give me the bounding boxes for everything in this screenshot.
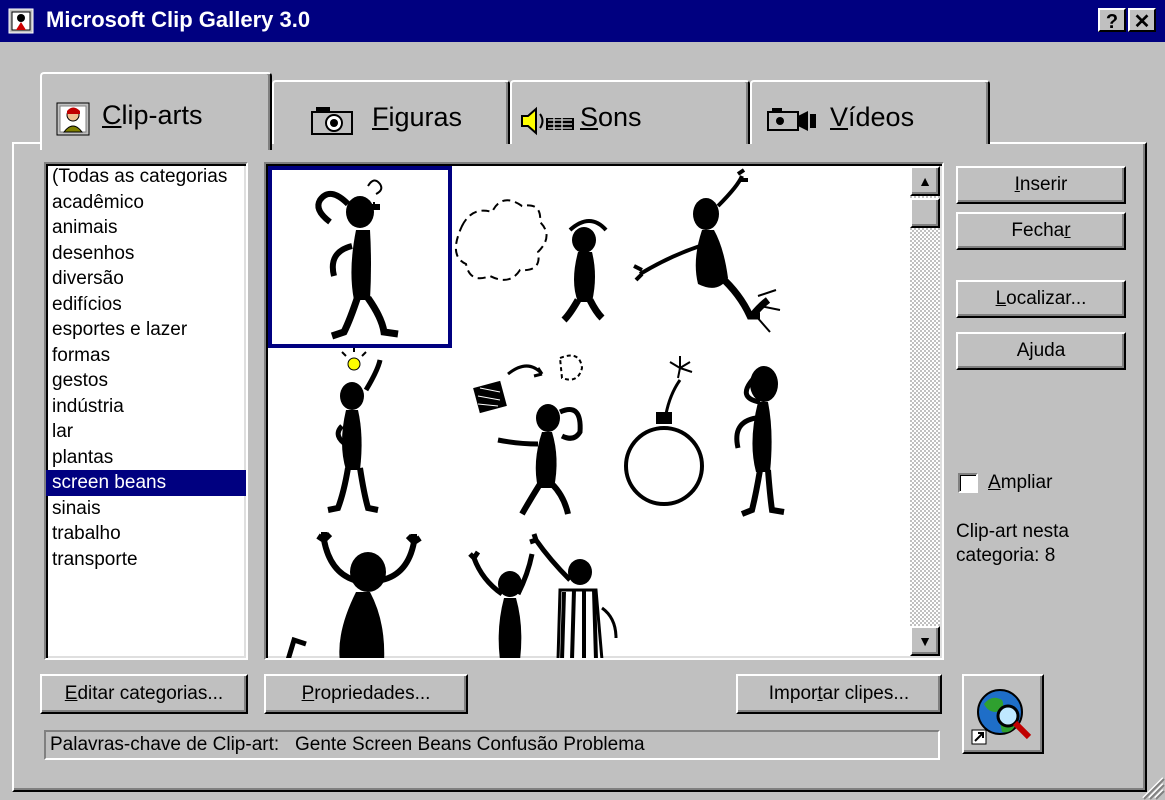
import-clips-button[interactable]: Importar clipes... bbox=[736, 674, 942, 714]
clip-thumbnail[interactable] bbox=[622, 166, 802, 348]
magnify-label[interactable]: Ampliar bbox=[988, 470, 1052, 496]
keywords-status: Palavras-chave de Clip-art: Gente Screen… bbox=[44, 730, 940, 760]
category-count-text: Clip-art nesta categoria: 8 bbox=[956, 521, 1069, 566]
clip-gallery-app-icon[interactable] bbox=[8, 8, 34, 34]
thinking-figure-image bbox=[734, 366, 785, 517]
clip-art-icon bbox=[56, 102, 90, 136]
tab-figuras[interactable]: Figuras bbox=[272, 80, 510, 144]
paper-toss-figure-image bbox=[473, 354, 584, 516]
category-item[interactable]: desenhos bbox=[46, 241, 246, 267]
help-dialog-button[interactable]: Ajuda bbox=[956, 332, 1126, 370]
category-item[interactable]: diversão bbox=[46, 266, 246, 292]
category-item[interactable]: gestos bbox=[46, 368, 246, 394]
help-button[interactable]: ? bbox=[1098, 8, 1126, 33]
tab-videos[interactable]: Vídeos bbox=[750, 80, 990, 144]
window-title: Microsoft Clip Gallery 3.0 bbox=[46, 7, 311, 32]
vertical-scrollbar[interactable]: ▲ ▼ bbox=[910, 166, 940, 656]
category-item[interactable]: trabalho bbox=[46, 521, 246, 547]
clip-thumbnail[interactable] bbox=[268, 166, 452, 348]
cloud-scribble-image bbox=[455, 199, 608, 323]
category-item[interactable]: animais bbox=[46, 215, 246, 241]
category-item[interactable]: transporte bbox=[46, 547, 246, 573]
tab-label: Sons bbox=[580, 102, 642, 132]
close-dialog-button[interactable]: Fechar bbox=[956, 212, 1126, 250]
cheering-figure-image bbox=[285, 531, 422, 658]
category-item[interactable]: edifícios bbox=[46, 292, 246, 318]
clip-thumbnail[interactable] bbox=[622, 348, 712, 528]
category-item[interactable]: acadêmico bbox=[46, 190, 246, 216]
category-item[interactable]: screen beans bbox=[46, 470, 246, 496]
arrow-down-icon[interactable]: ▼ bbox=[910, 626, 940, 656]
category-item[interactable]: formas bbox=[46, 343, 246, 369]
edit-categories-button[interactable]: Editar categorias... bbox=[40, 674, 248, 714]
camera-icon bbox=[311, 107, 353, 135]
tab-label: Clip-arts bbox=[102, 100, 203, 130]
clip-thumbnail[interactable] bbox=[452, 166, 622, 348]
frustrated-figure-image bbox=[633, 168, 781, 333]
scrollbar-thumb[interactable] bbox=[910, 198, 940, 228]
clip-thumbnail[interactable] bbox=[712, 348, 812, 528]
category-item[interactable]: indústria bbox=[46, 394, 246, 420]
referee-figures-image bbox=[468, 533, 618, 658]
clip-gallery-grid[interactable]: ▲ ▼ bbox=[264, 162, 944, 660]
category-item[interactable]: lar bbox=[46, 419, 246, 445]
tab-label: Figuras bbox=[372, 102, 463, 132]
category-item[interactable]: esportes e lazer bbox=[46, 317, 246, 343]
arrow-up-icon[interactable]: ▲ bbox=[910, 166, 940, 196]
globe-search-icon bbox=[971, 689, 1032, 745]
speaker-icon bbox=[521, 106, 574, 136]
insert-button[interactable]: Inserir bbox=[956, 166, 1126, 204]
resize-grip-icon[interactable] bbox=[1139, 774, 1165, 800]
tab-label: Vídeos bbox=[830, 102, 915, 132]
category-item[interactable]: plantas bbox=[46, 445, 246, 471]
web-clips-button[interactable] bbox=[962, 674, 1044, 754]
properties-button[interactable]: Propriedades... bbox=[264, 674, 468, 714]
confused-figure-image bbox=[315, 179, 399, 340]
bomb-image bbox=[624, 356, 704, 506]
tab-clip-arts[interactable]: Clip-arts bbox=[40, 72, 272, 150]
idea-figure-image bbox=[327, 348, 383, 513]
clip-thumbnail[interactable] bbox=[452, 348, 622, 528]
category-item[interactable]: (Todas as categorias bbox=[46, 164, 246, 190]
find-button[interactable]: Localizar... bbox=[956, 280, 1126, 318]
magnify-checkbox[interactable] bbox=[958, 473, 978, 493]
category-list[interactable]: (Todas as categorias acadêmico animais dese… bbox=[44, 162, 248, 660]
title-bar[interactable]: Microsoft Clip Gallery 3.0 ? ✕ bbox=[0, 0, 1165, 42]
category-item[interactable]: sinais bbox=[46, 496, 246, 522]
clip-thumbnail[interactable] bbox=[452, 528, 622, 658]
video-camera-icon bbox=[767, 108, 816, 131]
clip-thumbnail[interactable] bbox=[268, 528, 452, 658]
tab-sons[interactable]: Sons bbox=[510, 80, 750, 144]
clip-thumbnail[interactable] bbox=[268, 348, 452, 528]
close-button[interactable]: ✕ bbox=[1128, 8, 1156, 33]
